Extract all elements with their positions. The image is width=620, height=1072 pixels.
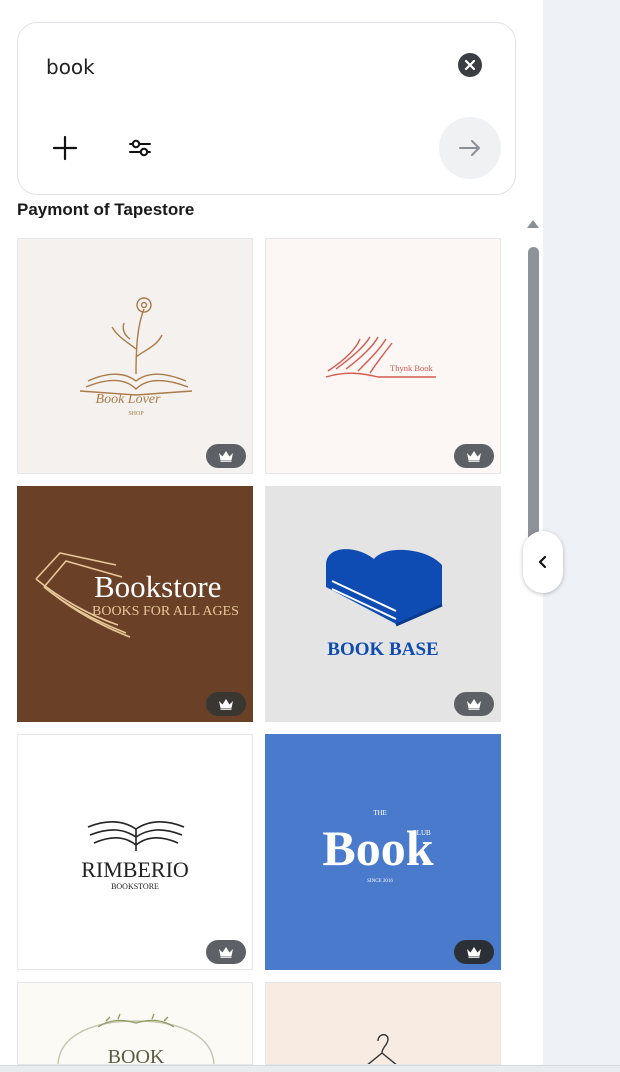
- crown-icon: [467, 699, 481, 710]
- crown-icon: [219, 947, 233, 958]
- open-book-logo: Thynk Book: [325, 336, 436, 378]
- close-icon: [464, 59, 476, 71]
- crown-icon: [467, 947, 481, 958]
- scrollbar-thumb[interactable]: [528, 247, 539, 547]
- collapse-panel-button[interactable]: [523, 531, 563, 593]
- chevron-left-icon: [538, 555, 547, 569]
- add-button[interactable]: [51, 134, 79, 162]
- scroll-up-arrow[interactable]: [527, 220, 539, 228]
- premium-badge: [206, 940, 246, 964]
- tile-title: RIMBERIO: [81, 857, 189, 882]
- arrow-right-icon: [459, 140, 480, 156]
- crown-icon: [467, 451, 481, 462]
- template-tile[interactable]: Thynk Book: [265, 238, 501, 474]
- tile-subtitle: BOOKS FOR ALL AGES: [92, 604, 239, 619]
- template-tile[interactable]: Bookstore BOOKS FOR ALL AGES: [17, 486, 253, 722]
- tile-title: Thynk Book: [390, 363, 433, 373]
- template-tile[interactable]: BOOK BASE: [265, 486, 501, 722]
- tile-title: Bookstore: [94, 569, 221, 604]
- tile-subtitle: BOOKSTORE: [111, 882, 159, 891]
- tile-title: BOOK: [108, 1046, 165, 1065]
- filter-button[interactable]: [126, 134, 154, 162]
- template-tile[interactable]: THE Book CLUB SINCE 2016: [265, 734, 501, 970]
- section-heading: Paymont of Tapestore: [17, 200, 195, 218]
- template-tile[interactable]: [265, 982, 501, 1065]
- hanger-logo: [367, 1034, 397, 1064]
- template-tile[interactable]: Book Lover SHOP: [17, 238, 253, 474]
- bookstore-logo: Bookstore BOOKS FOR ALL AGES: [35, 552, 239, 638]
- tile-title: BOOK BASE: [327, 639, 438, 660]
- clear-search-button[interactable]: [458, 53, 482, 77]
- submit-search-button[interactable]: [439, 117, 501, 179]
- premium-badge: [454, 444, 494, 468]
- template-tile[interactable]: RIMBERIO BOOKSTORE: [17, 734, 253, 970]
- premium-badge: [206, 692, 246, 716]
- book-flower-logo: Book Lover SHOP: [79, 297, 193, 417]
- book-club-logo: THE Book CLUB SINCE 2016: [322, 809, 433, 884]
- template-tile[interactable]: BOOK: [17, 982, 253, 1065]
- premium-badge: [454, 692, 494, 716]
- tile-suffix: CLUB: [412, 829, 431, 837]
- premium-badge: [454, 940, 494, 964]
- heart-book-logo: BOOK BASE: [326, 549, 443, 660]
- tile-subtitle: SINCE 2016: [367, 879, 393, 884]
- tile-prefix: THE: [373, 809, 387, 817]
- crown-icon: [219, 451, 233, 462]
- search-card: [17, 22, 516, 195]
- rimberio-logo: RIMBERIO BOOKSTORE: [81, 821, 189, 891]
- wreath-logo: BOOK: [57, 1013, 215, 1065]
- crown-icon: [219, 699, 233, 710]
- tile-subtitle: SHOP: [128, 411, 144, 417]
- sliders-icon: [129, 139, 151, 157]
- search-input[interactable]: [44, 54, 408, 80]
- premium-badge: [206, 444, 246, 468]
- plus-icon: [52, 135, 78, 161]
- tile-title: Book Lover: [96, 392, 161, 407]
